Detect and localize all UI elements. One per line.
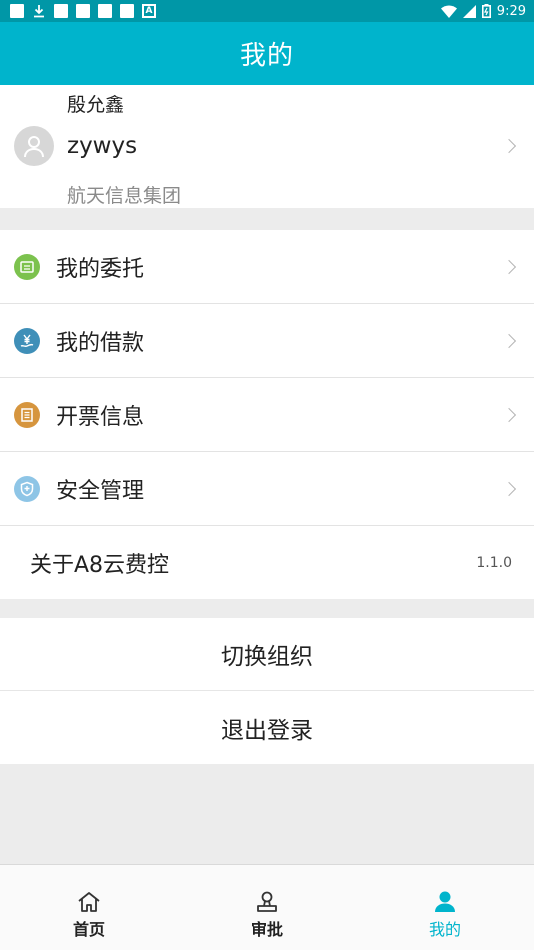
delegation-icon	[14, 253, 40, 280]
wifi-icon	[440, 5, 457, 18]
switch-organization-button[interactable]: 切换组织	[0, 618, 534, 691]
menu-item-label: 我的借款	[56, 330, 145, 356]
chevron-right-icon	[501, 481, 517, 496]
menu-item-label: 我的委托	[56, 256, 145, 282]
home-icon	[78, 892, 100, 912]
menu-item-my-delegation[interactable]: 我的委托	[0, 230, 534, 304]
tab-label: 首页	[72, 920, 105, 939]
approval-stamp-icon	[257, 891, 277, 912]
chevron-right-icon	[501, 407, 517, 422]
status-bar-system: 9:29	[440, 3, 526, 19]
app-version: 1.1.0	[476, 554, 512, 571]
tab-mine[interactable]: 我的	[356, 865, 534, 950]
battery-icon	[481, 4, 491, 18]
tab-approval[interactable]: 审批	[178, 865, 356, 950]
security-shield-icon	[14, 475, 40, 502]
chevron-right-icon	[501, 138, 517, 154]
menu-item-label: 安全管理	[56, 478, 145, 504]
profile-organization: 航天信息集团	[67, 185, 182, 207]
user-placeholder-icon	[24, 136, 44, 158]
app-bar: 我的	[0, 22, 534, 85]
user-icon	[435, 891, 455, 912]
loan-yen-icon	[14, 327, 40, 354]
status-bar-notifications: A	[10, 4, 156, 18]
bottom-tab-bar: 首页 审批 我的	[0, 864, 534, 950]
download-icon	[32, 4, 46, 18]
avatar	[14, 126, 54, 166]
notification-square-icon	[76, 4, 90, 18]
menu-item-security-management[interactable]: 安全管理	[0, 452, 534, 526]
tab-label: 审批	[250, 920, 283, 939]
profile-username: zywys	[67, 133, 138, 159]
menu-item-invoice-info[interactable]: 开票信息	[0, 378, 534, 452]
menu-item-about[interactable]: 关于A8云费控 1.1.0	[0, 526, 534, 599]
profile-card[interactable]: 殷允鑫 zywys 航天信息集团	[0, 85, 534, 208]
about-label: 关于A8云费控	[30, 552, 170, 578]
tab-home[interactable]: 首页	[0, 865, 178, 950]
settings-menu: 我的委托 我的借款 开票信息 安全管理 关于A8云费控 1.1.0	[0, 230, 534, 599]
app-a-icon: A	[142, 4, 156, 18]
signal-icon	[462, 4, 476, 18]
account-actions: 切换组织 退出登录	[0, 618, 534, 764]
notification-square-icon	[10, 4, 24, 18]
status-time: 9:29	[496, 3, 526, 19]
chevron-right-icon	[501, 259, 517, 274]
tab-label: 我的	[428, 920, 461, 939]
invoice-icon	[14, 401, 40, 428]
menu-item-my-loan[interactable]: 我的借款	[0, 304, 534, 378]
menu-item-label: 开票信息	[56, 404, 145, 430]
status-bar: A 9:29	[0, 0, 534, 22]
notification-square-icon	[120, 4, 134, 18]
logout-button[interactable]: 退出登录	[0, 691, 534, 764]
chevron-right-icon	[501, 333, 517, 348]
page-title: 我的	[239, 41, 294, 71]
notification-square-icon	[54, 4, 68, 18]
profile-name: 殷允鑫	[67, 94, 125, 116]
notification-square-icon	[98, 4, 112, 18]
